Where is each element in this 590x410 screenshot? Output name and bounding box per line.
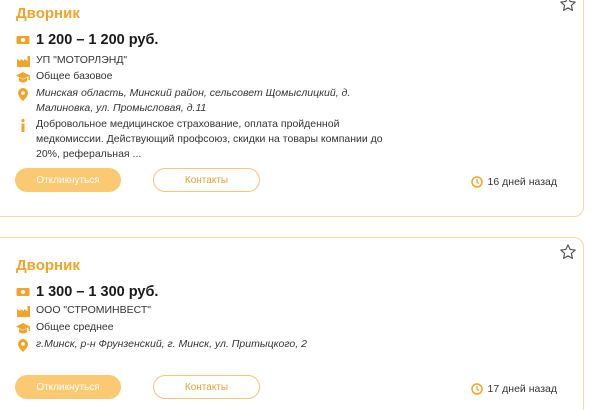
vacancy-title[interactable]: Дворник (16, 257, 80, 274)
education-text: Общее среднее (36, 321, 114, 333)
company-name[interactable]: ООО "СТРОМИНВЕСТ" (36, 303, 151, 318)
star-icon[interactable] (559, 0, 577, 13)
education-row: Общее базовое (16, 69, 112, 84)
vacancy-title[interactable]: Дворник (16, 5, 80, 22)
company-name[interactable]: УП "МОТОРЛЭНД" (36, 53, 127, 68)
salary-row: 1 200 – 1 200 руб. (16, 31, 158, 49)
address-row: Минская область, Минский район, сельсове… (16, 86, 376, 116)
vacancy-card[interactable]: Дворник 1 300 – 1 300 руб. ООО "СТРОМИНВ… (0, 237, 584, 410)
posted-date: 16 дней назад (470, 176, 557, 188)
respond-button[interactable]: Откликнуться (15, 168, 121, 192)
respond-button[interactable]: Откликнуться (15, 375, 121, 399)
clock-icon (470, 176, 483, 188)
address-text: Минская область, Минский район, сельсове… (36, 87, 351, 114)
salary-row: 1 300 – 1 300 руб. (16, 283, 158, 301)
info-icon (16, 118, 30, 132)
factory-icon (16, 54, 30, 68)
description-text: Добровольное медицинское страхование, оп… (36, 118, 383, 160)
vacancy-card[interactable]: Дворник 1 200 – 1 200 руб. УП "МОТОРЛЭНД… (0, 0, 584, 217)
company-row: УП "МОТОРЛЭНД" (16, 53, 127, 68)
star-icon[interactable] (559, 243, 577, 261)
factory-icon (16, 304, 30, 318)
salary-text: 1 200 – 1 200 руб. (36, 32, 159, 48)
posted-date: 17 дней назад (470, 383, 557, 395)
graduation-cap-icon (16, 70, 30, 84)
location-pin-icon (16, 338, 30, 352)
money-icon (16, 33, 30, 47)
salary-text: 1 300 – 1 300 руб. (36, 284, 159, 300)
graduation-cap-icon (16, 321, 30, 335)
contacts-button[interactable]: Контакты (153, 375, 260, 399)
description-row: Добровольное медицинское страхование, оп… (16, 117, 396, 162)
education-row: Общее среднее (16, 320, 114, 335)
location-pin-icon (16, 87, 30, 101)
address-text: г.Минск, р-н Фрунзенский, г. Минск, ул. … (36, 338, 307, 350)
company-row: ООО "СТРОМИНВЕСТ" (16, 303, 151, 318)
posted-text: 17 дней назад (487, 383, 557, 395)
education-text: Общее базовое (36, 70, 113, 82)
contacts-button[interactable]: Контакты (153, 168, 260, 192)
clock-icon (470, 383, 483, 395)
posted-text: 16 дней назад (487, 176, 557, 188)
money-icon (16, 285, 30, 299)
address-row: г.Минск, р-н Фрунзенский, г. Минск, ул. … (16, 337, 376, 352)
